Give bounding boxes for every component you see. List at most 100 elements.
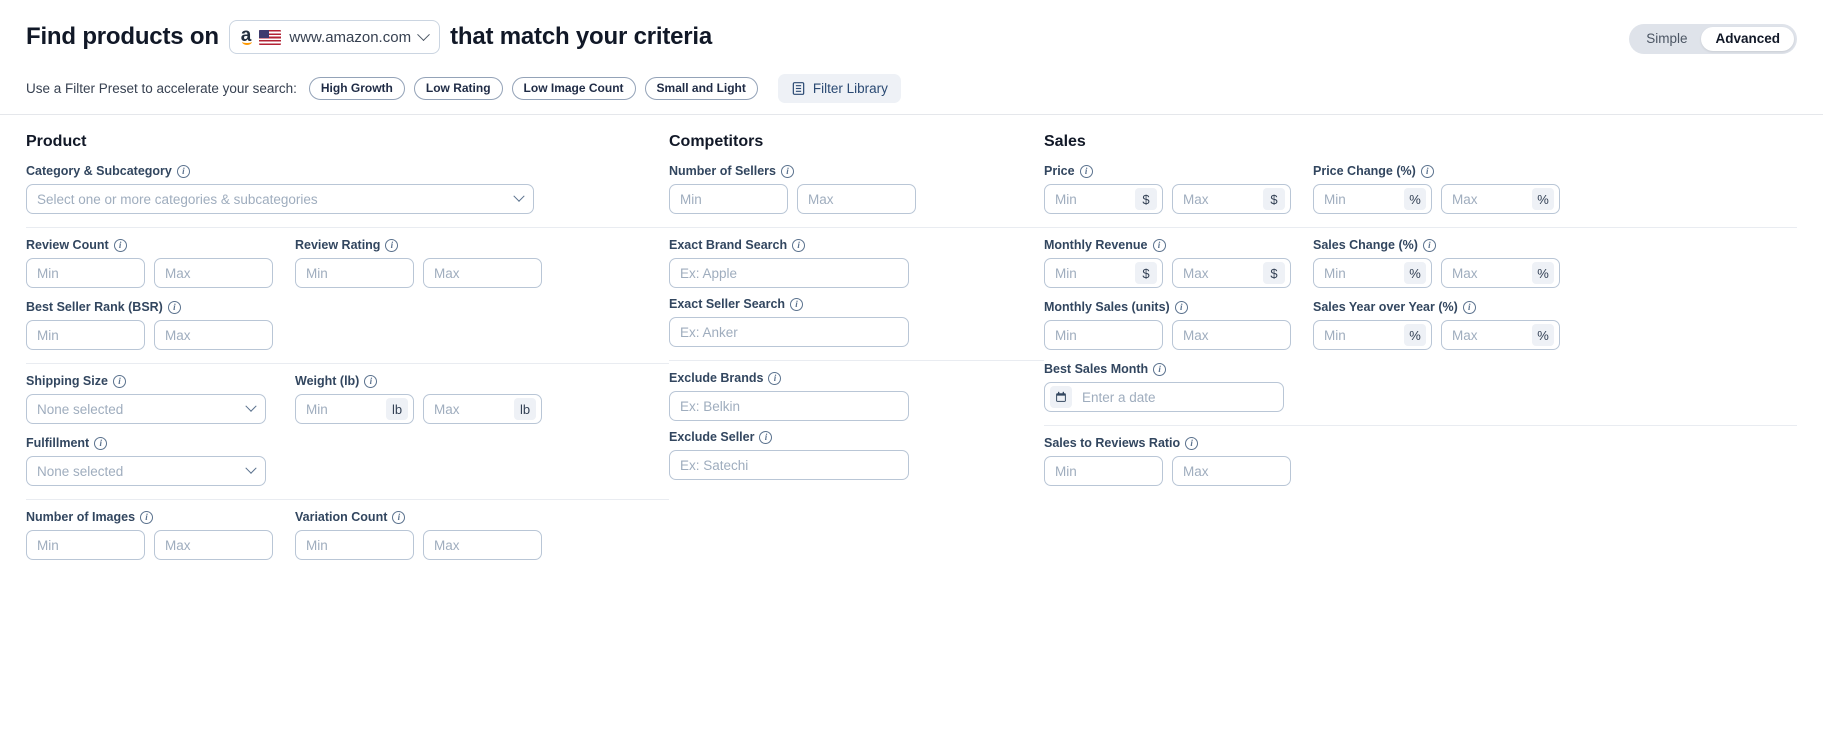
info-icon[interactable]: i xyxy=(94,437,107,450)
price-change-min[interactable]: % xyxy=(1313,184,1432,214)
info-icon[interactable]: i xyxy=(781,165,794,178)
number-of-images-min[interactable] xyxy=(26,530,145,560)
number-of-sellers-max-input[interactable] xyxy=(798,185,915,213)
variation-count-min[interactable] xyxy=(295,530,414,560)
info-icon[interactable]: i xyxy=(1175,301,1188,314)
variation-count-min-input[interactable] xyxy=(296,531,413,559)
review-count-max[interactable] xyxy=(154,258,273,288)
info-icon[interactable]: i xyxy=(140,511,153,524)
monthly-sales-max[interactable] xyxy=(1172,320,1291,350)
info-icon[interactable]: i xyxy=(1463,301,1476,314)
bsr-max[interactable] xyxy=(154,320,273,350)
info-icon[interactable]: i xyxy=(790,298,803,311)
review-count-min-input[interactable] xyxy=(27,259,144,287)
sales-change-max-input[interactable] xyxy=(1442,259,1532,287)
preset-chip-low-rating[interactable]: Low Rating xyxy=(414,77,503,100)
mode-option-advanced[interactable]: Advanced xyxy=(1701,27,1794,51)
sales-to-reviews-min-input[interactable] xyxy=(1045,457,1162,485)
number-of-sellers-max[interactable] xyxy=(797,184,916,214)
exclude-seller-field[interactable] xyxy=(669,450,909,480)
shipping-size-select[interactable]: None selected xyxy=(26,394,266,424)
info-icon[interactable]: i xyxy=(759,431,772,444)
review-rating-max[interactable] xyxy=(423,258,542,288)
sales-yoy-min[interactable]: % xyxy=(1313,320,1432,350)
sales-change-min-input[interactable] xyxy=(1314,259,1404,287)
info-icon[interactable]: i xyxy=(768,372,781,385)
exclude-brands-field[interactable] xyxy=(669,391,909,421)
filter-library-button[interactable]: Filter Library xyxy=(778,74,901,103)
monthly-sales-max-input[interactable] xyxy=(1173,321,1290,349)
info-icon[interactable]: i xyxy=(113,375,126,388)
mode-option-simple[interactable]: Simple xyxy=(1632,27,1701,51)
number-of-images-max-input[interactable] xyxy=(155,531,272,559)
bsr-min-input[interactable] xyxy=(27,321,144,349)
info-icon[interactable]: i xyxy=(792,239,805,252)
info-icon[interactable]: i xyxy=(1153,239,1166,252)
review-count-min[interactable] xyxy=(26,258,145,288)
exact-seller-search-field[interactable] xyxy=(669,317,909,347)
weight-min[interactable]: lb xyxy=(295,394,414,424)
info-icon[interactable]: i xyxy=(1423,239,1436,252)
variation-count-max-input[interactable] xyxy=(424,531,541,559)
info-icon[interactable]: i xyxy=(1153,363,1166,376)
info-icon[interactable]: i xyxy=(1421,165,1434,178)
weight-max[interactable]: lb xyxy=(423,394,542,424)
preset-chip-high-growth[interactable]: High Growth xyxy=(309,77,405,100)
monthly-sales-min-input[interactable] xyxy=(1045,321,1162,349)
number-of-sellers-min-input[interactable] xyxy=(670,185,787,213)
exact-brand-search-field[interactable] xyxy=(669,258,909,288)
exact-brand-search-input[interactable] xyxy=(670,259,908,287)
monthly-revenue-max[interactable]: $ xyxy=(1172,258,1291,288)
review-rating-max-input[interactable] xyxy=(424,259,541,287)
info-icon[interactable]: i xyxy=(392,511,405,524)
price-min[interactable]: $ xyxy=(1044,184,1163,214)
price-max[interactable]: $ xyxy=(1172,184,1291,214)
sales-to-reviews-min[interactable] xyxy=(1044,456,1163,486)
monthly-sales-min[interactable] xyxy=(1044,320,1163,350)
exclude-brands-input[interactable] xyxy=(670,392,908,420)
info-icon[interactable]: i xyxy=(385,239,398,252)
monthly-revenue-max-input[interactable] xyxy=(1173,259,1263,287)
sales-change-min[interactable]: % xyxy=(1313,258,1432,288)
sales-to-reviews-max[interactable] xyxy=(1172,456,1291,486)
info-icon[interactable]: i xyxy=(177,165,190,178)
mode-toggle[interactable]: Simple Advanced xyxy=(1629,24,1797,54)
number-of-images-max[interactable] xyxy=(154,530,273,560)
sales-to-reviews-max-input[interactable] xyxy=(1173,457,1290,485)
marketplace-selector[interactable]: a www.amazon.com xyxy=(229,20,440,54)
price-max-input[interactable] xyxy=(1173,185,1263,213)
price-min-input[interactable] xyxy=(1045,185,1135,213)
sales-change-max[interactable]: % xyxy=(1441,258,1560,288)
review-rating-min[interactable] xyxy=(295,258,414,288)
exclude-seller-input[interactable] xyxy=(670,451,908,479)
review-count-max-input[interactable] xyxy=(155,259,272,287)
info-icon[interactable]: i xyxy=(114,239,127,252)
info-icon[interactable]: i xyxy=(364,375,377,388)
sales-yoy-max[interactable]: % xyxy=(1441,320,1560,350)
variation-count-max[interactable] xyxy=(423,530,542,560)
price-change-max[interactable]: % xyxy=(1441,184,1560,214)
sales-yoy-max-input[interactable] xyxy=(1442,321,1532,349)
sales-yoy-min-input[interactable] xyxy=(1314,321,1404,349)
best-sales-month-input[interactable] xyxy=(1072,383,1283,411)
preset-chip-small-and-light[interactable]: Small and Light xyxy=(645,77,758,100)
preset-chip-low-image-count[interactable]: Low Image Count xyxy=(512,77,636,100)
info-icon[interactable]: i xyxy=(1185,437,1198,450)
info-icon[interactable]: i xyxy=(168,301,181,314)
fulfillment-select[interactable]: None selected xyxy=(26,456,266,486)
info-icon[interactable]: i xyxy=(1080,165,1093,178)
number-of-sellers-min[interactable] xyxy=(669,184,788,214)
calendar-icon[interactable] xyxy=(1050,386,1072,408)
price-change-min-input[interactable] xyxy=(1314,185,1404,213)
number-of-images-min-input[interactable] xyxy=(27,531,144,559)
best-sales-month-field[interactable] xyxy=(1044,382,1284,412)
review-rating-min-input[interactable] xyxy=(296,259,413,287)
bsr-max-input[interactable] xyxy=(155,321,272,349)
exact-seller-search-input[interactable] xyxy=(670,318,908,346)
weight-max-input[interactable] xyxy=(424,395,514,423)
monthly-revenue-min[interactable]: $ xyxy=(1044,258,1163,288)
category-select[interactable]: Select one or more categories & subcateg… xyxy=(26,184,534,214)
monthly-revenue-min-input[interactable] xyxy=(1045,259,1135,287)
weight-min-input[interactable] xyxy=(296,395,386,423)
bsr-min[interactable] xyxy=(26,320,145,350)
